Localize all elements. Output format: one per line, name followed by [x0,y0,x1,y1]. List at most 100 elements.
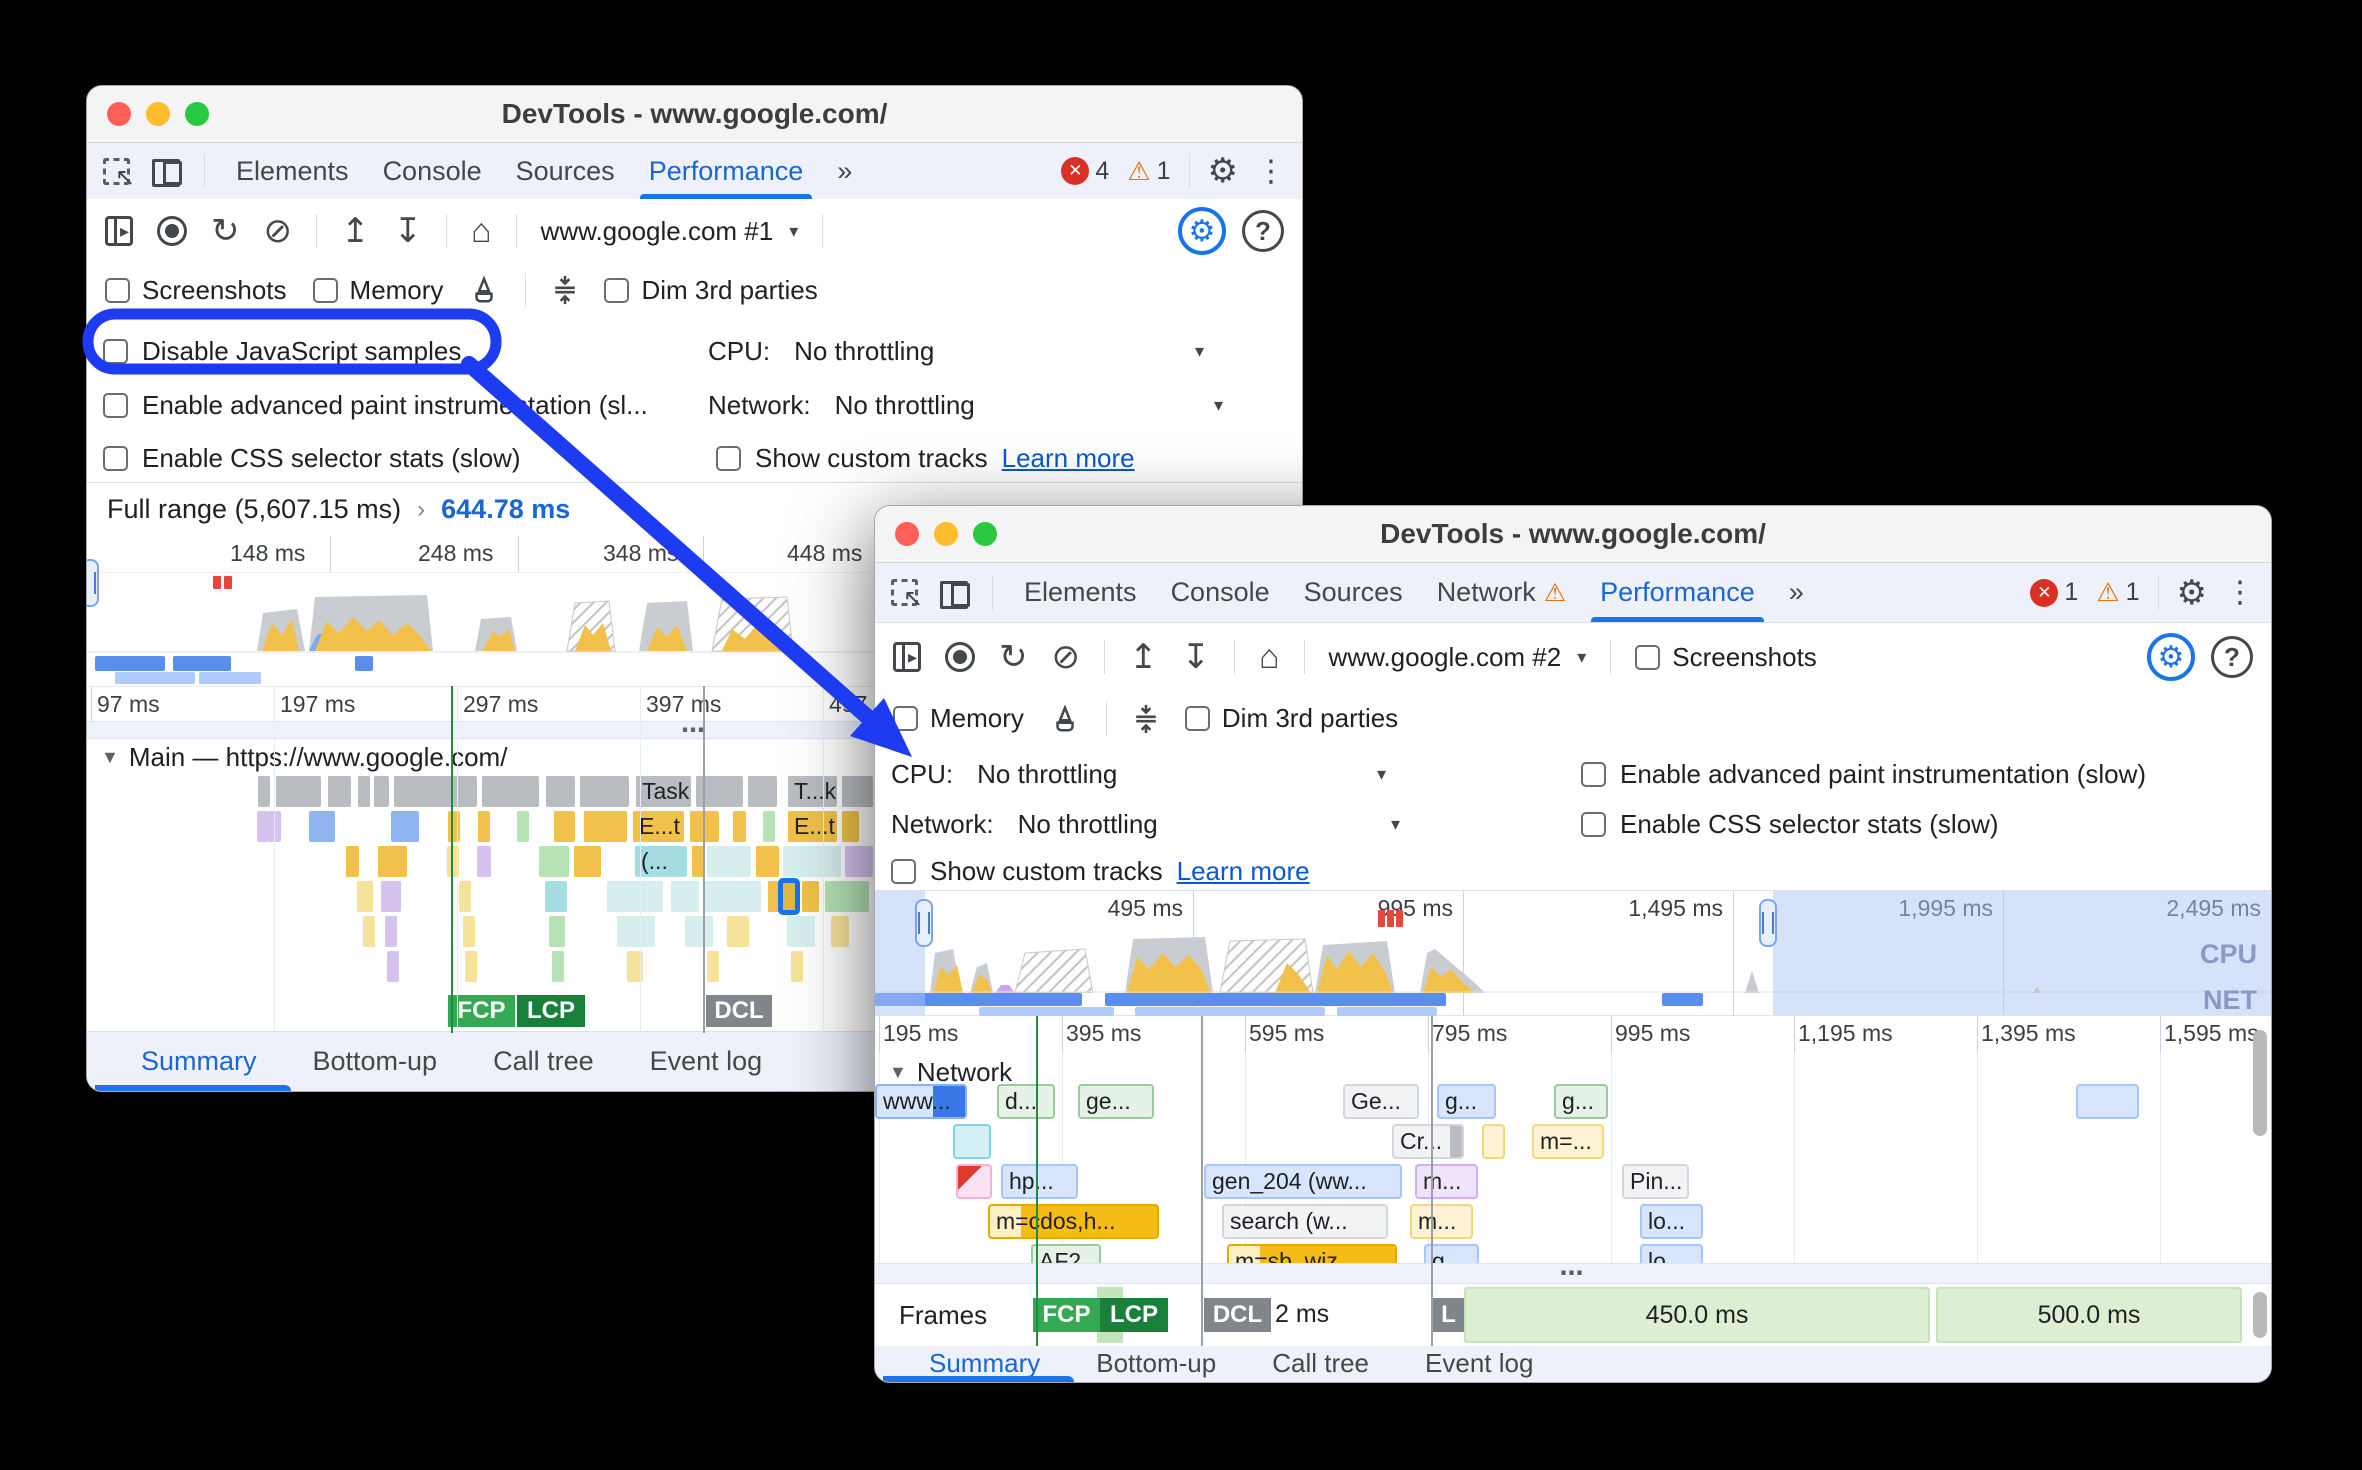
overview-right-handle[interactable] [1759,899,1777,947]
flame-chart-bar[interactable] [463,916,475,947]
tab-elements[interactable]: Elements [1007,563,1154,622]
flame-chart-bar[interactable] [627,951,643,982]
flame-chart-bar[interactable] [767,881,780,912]
flame-chart-bar[interactable]: E...t [632,811,684,842]
bottom-tab-event-log[interactable]: Event log [622,1032,791,1091]
flame-chart-bar[interactable] [309,811,335,842]
warning-badge[interactable]: ⚠ 1 [2096,577,2139,608]
download-profile-icon[interactable]: ↧ [1182,637,1211,677]
frame-duration-bar[interactable]: 450.0 ms [1464,1287,1930,1343]
gc-brush-icon[interactable] [1050,704,1080,734]
zoom-button[interactable] [973,522,997,546]
flame-chart-bar[interactable] [545,881,567,912]
warning-badge[interactable]: ⚠ 1 [1127,156,1170,187]
dcl-marker-badge[interactable]: DCL [706,995,772,1027]
flame-chart-bar[interactable] [705,881,761,912]
flame-chart-bar[interactable] [707,846,751,877]
frame-duration-bar[interactable]: 500.0 ms [1936,1287,2242,1343]
tab-performance[interactable]: Performance [632,143,821,199]
minimize-button[interactable] [146,102,170,126]
flame-chart-bar[interactable] [477,846,491,877]
settings-gear-icon[interactable]: ⚙ [2177,573,2207,613]
flame-chart-bar[interactable] [357,776,370,807]
flame-chart-bar[interactable] [763,811,775,842]
network-request-bar[interactable]: m... [1415,1164,1478,1199]
flame-chart-bar[interactable] [539,846,569,877]
network-request-bar[interactable]: lo... [1640,1204,1703,1239]
flame-chart-bar[interactable] [269,811,281,842]
adv-paint-checkbox[interactable]: Enable advanced paint instrumentation (s… [103,385,648,425]
flame-chart-bar[interactable]: (... [635,846,687,877]
flame-chart-bar[interactable] [459,881,471,912]
network-throttle-select[interactable]: Network:No throttling ▾ [708,385,975,425]
flame-chart-bar[interactable] [579,776,629,807]
flame-chart-bar[interactable] [732,811,746,842]
network-request-bar[interactable]: ge... [1078,1084,1154,1119]
screenshots-checkbox[interactable]: Screenshots [1635,642,1817,673]
target-select[interactable]: www.google.com #1▾ [541,216,799,247]
network-throttle-select[interactable]: Network:No throttling ▾ [891,804,1158,844]
inspect-icon[interactable]: ↖ [103,158,130,185]
error-badge[interactable]: ✕ 1 [2030,578,2078,607]
zoom-button[interactable] [185,102,209,126]
flame-chart-bar[interactable] [357,881,373,912]
custom-tracks-checkbox[interactable]: Show custom tracks Learn more [891,851,1310,891]
flame-chart-bar[interactable] [727,916,749,947]
lcp-marker-badge[interactable]: LCP [1100,1298,1168,1332]
custom-tracks-checkbox[interactable]: Show custom tracks Learn more [716,438,1135,478]
frames-track[interactable]: Frames 450.0 ms 500.0 ms 2 ms FCP LCP DC… [875,1284,2271,1346]
learn-more-link[interactable]: Learn more [1177,856,1310,887]
fcp-marker-badge[interactable]: FCP [448,995,515,1027]
flame-chart-bar[interactable] [257,776,270,807]
titlebar[interactable]: DevTools - www.google.com/ [875,506,2271,563]
collapse-icon[interactable] [1133,703,1159,735]
network-request-bar[interactable]: m=... [1532,1124,1604,1159]
bottom-tab-bottom-up[interactable]: Bottom-up [1068,1345,1244,1382]
flame-chart-bar[interactable] [373,776,389,807]
flame-chart-bar[interactable] [787,916,815,947]
flame-chart-bar[interactable] [841,811,859,842]
flame-chart-bar[interactable] [553,811,575,842]
flame-chart-bar[interactable] [257,811,269,842]
network-request-bar[interactable] [2076,1084,2139,1119]
network-request-bar[interactable]: gen_204 (ww... [1204,1164,1402,1199]
flame-chart-bar[interactable] [363,916,375,947]
flame-chart-bar[interactable] [377,846,407,877]
dim-3rd-parties-checkbox[interactable]: Dim 3rd parties [604,275,817,306]
full-range-label[interactable]: Full range (5,607.15 ms) [107,494,401,525]
flame-chart-bar[interactable] [552,951,564,982]
bottom-tab-call-tree[interactable]: Call tree [1244,1345,1397,1382]
flame-chart-bar[interactable]: Task [635,776,691,807]
flame-chart-bar[interactable] [845,846,873,877]
track-expander[interactable]: ⋯ [875,1263,2271,1284]
network-request-bar[interactable]: Pin... [1622,1164,1689,1199]
overview-left-handle[interactable] [915,899,933,947]
bottom-tab-call-tree[interactable]: Call tree [465,1032,622,1091]
flame-chart-bar[interactable] [385,916,397,947]
flame-chart-bar[interactable] [517,811,529,842]
flame-chart-bar[interactable] [447,846,459,877]
flame-chart-bar[interactable] [685,916,713,947]
flame-chart-bar[interactable] [617,916,655,947]
memory-checkbox[interactable]: Memory [313,275,444,306]
clear-icon[interactable]: ⊘ [264,211,293,251]
record-button[interactable] [945,642,975,672]
flame-chart-bar[interactable] [783,846,841,877]
capture-settings-button-active[interactable]: ⚙ [2147,633,2195,681]
reload-record-icon[interactable]: ↻ [999,637,1028,677]
titlebar[interactable]: DevTools - www.google.com/ [87,86,1302,143]
lcp-marker-badge[interactable]: LCP [517,995,585,1027]
overview-left-handle[interactable] [86,559,99,607]
flame-chart-bar[interactable] [477,811,490,842]
network-request-bar[interactable]: d... [997,1084,1055,1119]
tab-overflow[interactable]: » [1772,563,1821,622]
tab-overflow[interactable]: » [820,143,869,199]
flame-chart-bar[interactable] [545,776,575,807]
record-button[interactable] [157,216,187,246]
cpu-throttle-select[interactable]: CPU:No throttling ▾ [708,331,934,371]
flame-chart-bar[interactable] [825,881,869,912]
flame-chart-bar[interactable]: T...k [787,776,837,807]
device-toolbar-icon[interactable] [152,157,182,185]
performance-overview[interactable]: 495 ms995 ms1,495 ms1,995 ms2,495 ms [875,891,2271,1016]
flame-chart-bar[interactable] [481,776,539,807]
